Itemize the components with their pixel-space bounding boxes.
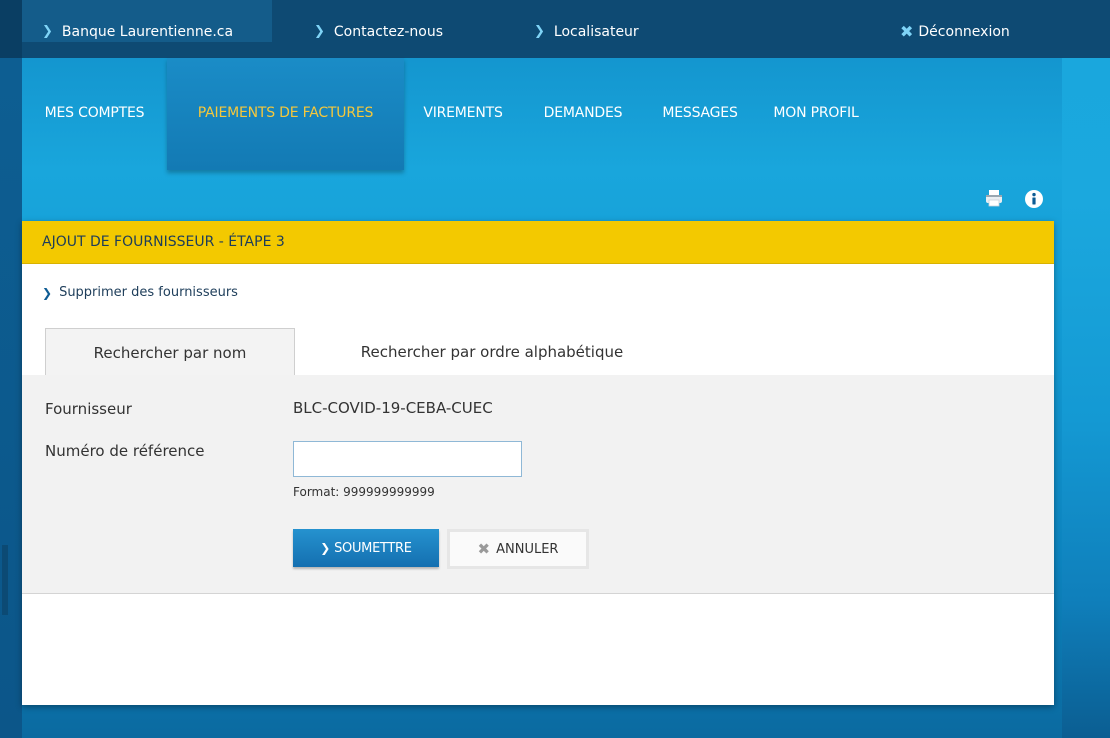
right-edge-strip xyxy=(1062,0,1110,738)
submit-button-label: SOUMETTRE xyxy=(334,540,412,556)
chevron-right-icon: ❯ xyxy=(42,285,53,300)
topbar-link-label: Contactez-nous xyxy=(333,24,443,40)
panel-header: AJOUT DE FOURNISSEUR - ÉTAPE 3 xyxy=(22,221,1054,264)
chevron-right-icon: ❯ xyxy=(534,24,545,39)
nav-item-mon-profil[interactable]: MON PROFIL xyxy=(756,58,876,170)
delete-suppliers-label: Supprimer des fournisseurs xyxy=(59,285,238,300)
submit-button[interactable]: ❯ SOUMETTRE xyxy=(293,529,439,567)
reference-number-input[interactable] xyxy=(293,441,522,477)
topbar-link-contact[interactable]: ❯ Contactez-nous xyxy=(314,0,443,58)
reference-format-hint: Format: 999999999999 xyxy=(293,485,435,499)
logout-label: Déconnexion xyxy=(918,24,1010,40)
reference-number-label: Numéro de référence xyxy=(45,442,205,460)
main-navigation: MES COMPTES PAIEMENTS DE FACTURES VIREME… xyxy=(22,58,1062,170)
chevron-right-icon: ❯ xyxy=(314,24,325,39)
nav-item-messages[interactable]: MESSAGES xyxy=(644,58,756,170)
topbar-link-label: Banque Laurentienne.ca xyxy=(61,24,234,40)
search-tabs: Rechercher par nom Rechercher par ordre … xyxy=(22,328,1054,376)
left-edge-strip xyxy=(0,0,22,738)
print-icon[interactable] xyxy=(985,189,1003,207)
cancel-button[interactable]: ✖ ANNULER xyxy=(447,529,589,569)
chevron-right-icon: ❯ xyxy=(320,541,331,555)
topbar-link-localisateur[interactable]: ❯ Localisateur xyxy=(534,0,639,58)
supplier-form: Fournisseur BLC-COVID-19-CEBA-CUEC Numér… xyxy=(22,375,1054,594)
cancel-button-label: ANNULER xyxy=(496,541,559,557)
info-icon[interactable] xyxy=(1024,189,1044,209)
tab-search-alphabetical[interactable]: Rechercher par ordre alphabétique xyxy=(312,328,672,375)
tab-search-by-name[interactable]: Rechercher par nom xyxy=(45,328,295,376)
supplier-value: BLC-COVID-19-CEBA-CUEC xyxy=(293,399,493,417)
logout-link[interactable]: ✖ Déconnexion xyxy=(900,0,1010,58)
chevron-right-icon: ❯ xyxy=(42,24,53,39)
top-utility-bar: ❯ Banque Laurentienne.ca ❯ Contactez-nou… xyxy=(22,0,1062,58)
topbar-link-banque[interactable]: ❯ Banque Laurentienne.ca xyxy=(22,0,272,42)
nav-item-demandes[interactable]: DEMANDES xyxy=(522,58,644,170)
close-icon: ✖ xyxy=(900,22,914,41)
nav-item-mes-comptes[interactable]: MES COMPTES xyxy=(22,58,167,170)
close-icon: ✖ xyxy=(477,540,491,558)
supplier-label: Fournisseur xyxy=(45,400,132,418)
topbar-link-label: Localisateur xyxy=(553,24,639,40)
nav-item-virements[interactable]: VIREMENTS xyxy=(404,58,522,170)
left-edge-notch xyxy=(2,545,8,615)
add-supplier-panel: AJOUT DE FOURNISSEUR - ÉTAPE 3 ❯ Supprim… xyxy=(22,221,1054,705)
nav-item-paiements-de-factures[interactable]: PAIEMENTS DE FACTURES xyxy=(167,58,404,170)
page-title: AJOUT DE FOURNISSEUR - ÉTAPE 3 xyxy=(42,234,285,250)
delete-suppliers-link[interactable]: ❯ Supprimer des fournisseurs xyxy=(42,285,238,300)
